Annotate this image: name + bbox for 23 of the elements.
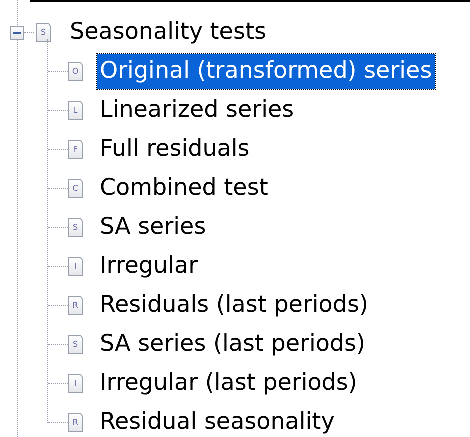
tree-item[interactable]: SA series — [97, 210, 210, 245]
document-icon: S — [68, 335, 83, 354]
document-icon: S — [36, 23, 51, 42]
document-icon: R — [68, 413, 83, 432]
tree-item[interactable]: Full residuals — [97, 132, 253, 167]
tree-item[interactable]: Residual seasonality — [97, 405, 338, 437]
document-icon: R — [68, 296, 83, 315]
document-icon: I — [68, 257, 83, 276]
tree-item[interactable]: SA series (last periods) — [97, 327, 368, 362]
tree-item[interactable]: Residuals (last periods) — [97, 288, 372, 323]
tree-item[interactable]: Linearized series — [97, 93, 298, 128]
document-icon: F — [68, 140, 83, 159]
document-icon: S — [68, 218, 83, 237]
collapse-toggle[interactable] — [10, 26, 24, 40]
document-icon: C — [68, 179, 83, 198]
tree-item[interactable]: Original (transformed) series — [97, 54, 436, 89]
document-icon: L — [68, 101, 83, 120]
tree-item[interactable]: Combined test — [97, 171, 272, 206]
document-icon: O — [68, 62, 83, 81]
document-icon: I — [68, 374, 83, 393]
tree-item[interactable]: Irregular — [97, 249, 202, 284]
tree-node-label[interactable]: Seasonality tests — [67, 15, 270, 50]
tree-item[interactable]: Irregular (last periods) — [97, 366, 360, 401]
